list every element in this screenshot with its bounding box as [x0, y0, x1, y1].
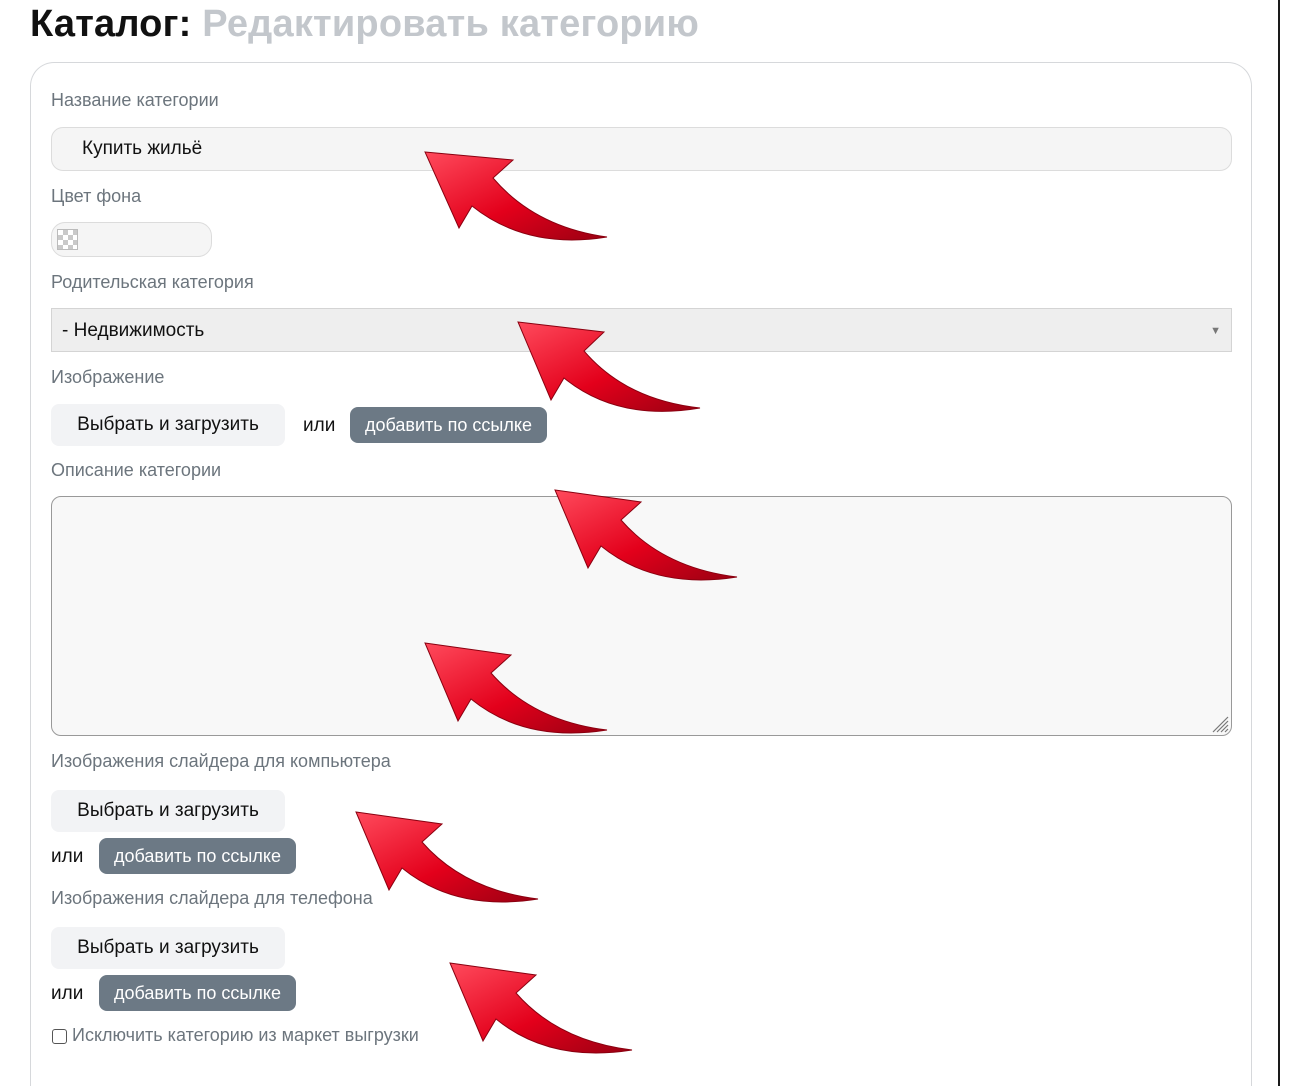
slider-desktop-label: Изображения слайдера для компьютера: [51, 751, 391, 771]
slider-phone-or-text: или: [51, 983, 84, 1004]
parent-category-select[interactable]: - Недвижимость ▼: [51, 308, 1232, 352]
slider-desktop-or-text: или: [51, 846, 84, 867]
slider-phone-label: Изображения слайдера для телефона: [51, 888, 373, 908]
slider-phone-upload-button[interactable]: Выбрать и загрузить: [51, 927, 285, 969]
parent-category-value: - Недвижимость: [62, 320, 205, 341]
parent-category-label: Родительская категория: [51, 272, 254, 292]
transparent-swatch-icon: [57, 229, 78, 250]
image-upload-button[interactable]: Выбрать и загрузить: [51, 404, 285, 446]
exclude-market-label: Исключить категорию из маркет выгрузки: [72, 1025, 419, 1045]
description-textarea[interactable]: [51, 496, 1232, 736]
image-add-by-link-button[interactable]: добавить по ссылке: [350, 407, 547, 443]
resize-handle-icon[interactable]: [1209, 713, 1229, 733]
slider-desktop-upload-button[interactable]: Выбрать и загрузить: [51, 790, 285, 832]
slider-phone-add-by-link-button[interactable]: добавить по ссылке: [99, 975, 296, 1011]
bg-color-picker[interactable]: [51, 222, 212, 257]
page-title-main: Каталог:: [30, 3, 192, 45]
bg-color-label: Цвет фона: [51, 186, 142, 206]
description-label: Описание категории: [51, 460, 222, 480]
page-title: Каталог: Редактировать категорию: [30, 3, 699, 46]
category-name-input[interactable]: Купить жильё: [51, 127, 1232, 171]
page-edge-divider: [1278, 0, 1280, 1086]
category-name-label: Название категории: [51, 90, 219, 110]
image-label: Изображение: [51, 367, 165, 387]
exclude-market-checkbox[interactable]: [52, 1029, 67, 1044]
image-or-text: или: [303, 415, 336, 436]
slider-desktop-add-by-link-button[interactable]: добавить по ссылке: [99, 838, 296, 874]
page-subtitle: Редактировать категорию: [202, 3, 700, 45]
chevron-down-icon: ▼: [1210, 325, 1221, 337]
